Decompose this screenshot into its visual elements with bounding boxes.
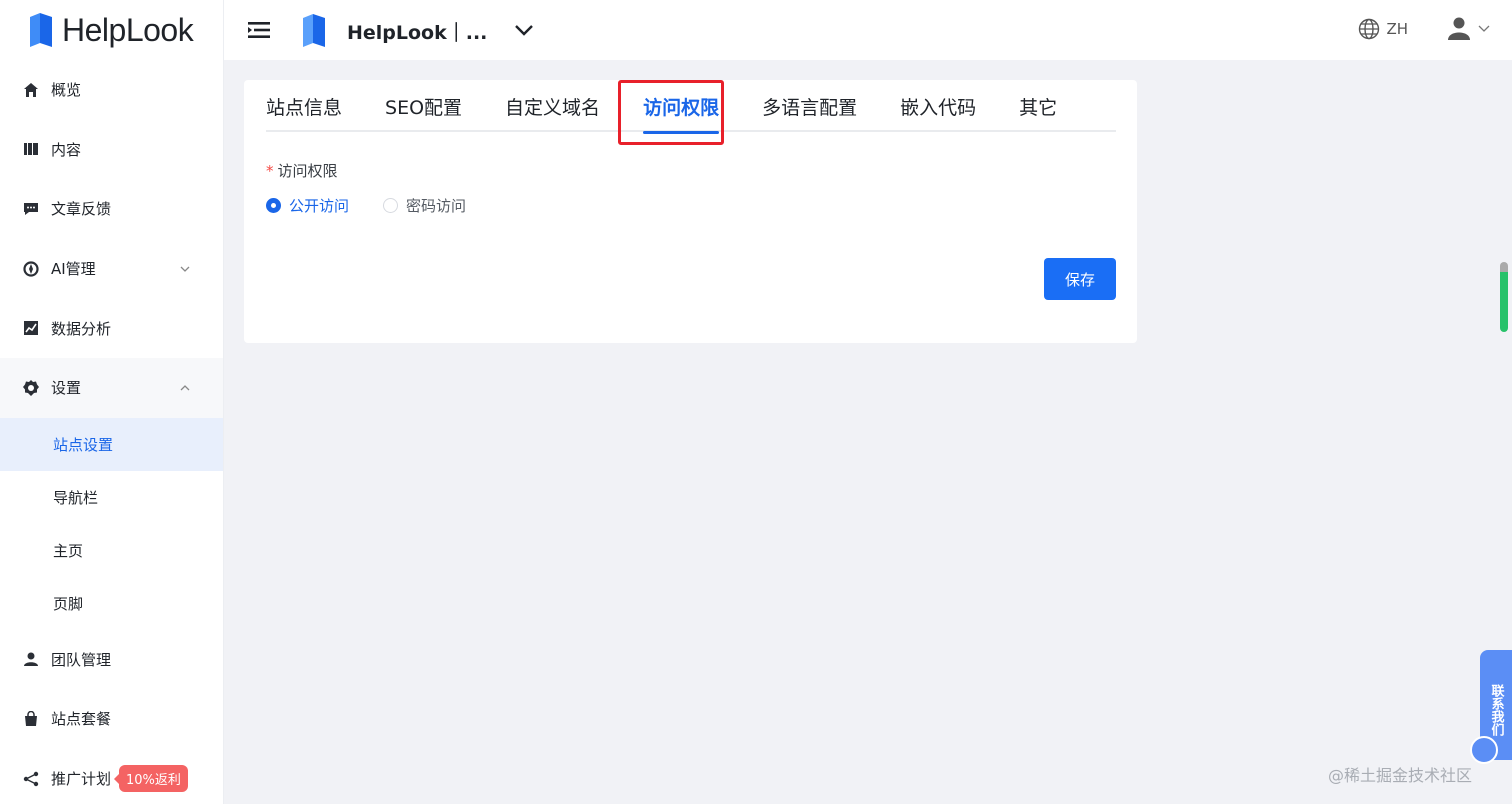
avatar-icon [1448,17,1470,40]
sidebar-item-label: 推广计划 [51,770,112,789]
sidebar-menu: 概览 内容 文章反馈 AI管理 数据分析 设置 站点设置 导航栏 主页 页脚 团… [0,60,223,804]
language-label: ZH [1386,20,1408,38]
helplook-logo-icon [30,13,52,47]
menu-fold-icon[interactable] [248,20,270,40]
sidebar-item-label: 设置 [51,379,82,398]
chevron-down-icon[interactable] [514,22,534,38]
sidebar-subitem-footer[interactable]: 页脚 [0,577,223,630]
chart-icon [22,319,40,337]
access-field-label: * 访问权限 [266,160,338,181]
ai-icon [22,260,40,278]
sidebar-item-label: AI管理 [51,260,96,279]
watermark: @稀土掘金技术社区 [1328,766,1473,785]
radio-label: 公开访问 [289,197,350,215]
sidebar-item-label: 内容 [51,140,82,159]
required-mark: * [266,162,274,180]
language-switcher[interactable]: ZH [1358,18,1408,40]
sidebar-item-label: 概览 [51,81,82,100]
chevron-up-icon [180,384,190,391]
access-radio-group: 公开访问 密码访问 [266,195,466,216]
site-settings-card: 站点信息 SEO配置 自定义域名 访问权限 多语言配置 嵌入代码 其它 * 访问权… [244,80,1137,343]
sidebar-item-team[interactable]: 团队管理 [0,630,223,690]
home-icon [22,81,40,99]
sidebar-subitem-site-settings[interactable]: 站点设置 [0,417,223,471]
tab-embed-code[interactable]: 嵌入代码 [900,94,976,132]
site-name[interactable]: HelpLook｜... [347,18,487,45]
share-icon [22,770,40,788]
chevron-down-icon [1478,25,1490,32]
sidebar-item-content[interactable]: 内容 [0,120,223,180]
helplook-logo[interactable]: HelpLook [26,8,194,52]
rebate-badge: 10%返利 [119,765,188,793]
tab-access[interactable]: 访问权限 [643,94,720,134]
sidebar-item-ai[interactable]: AI管理 [0,239,223,299]
radio-password-access[interactable]: 密码访问 [383,195,466,216]
sidebar-item-referral[interactable]: 推广计划 10%返利 [0,749,223,804]
tab-other[interactable]: 其它 [1019,94,1057,132]
scroll-indicator[interactable] [1500,262,1508,332]
sidebar-item-settings[interactable]: 设置 [0,357,223,418]
chat-bubble-icon[interactable] [1470,736,1498,764]
settings-tabs: 站点信息 SEO配置 自定义域名 访问权限 多语言配置 嵌入代码 其它 [266,94,1116,134]
bag-icon [22,710,40,728]
sidebar-item-label: 数据分析 [51,319,112,338]
sidebar-subitem-navbar[interactable]: 导航栏 [0,471,223,524]
message-icon [22,200,40,218]
user-icon [22,650,40,668]
radio-label: 密码访问 [406,197,467,215]
radio-dot [383,198,399,213]
tab-custom-domain[interactable]: 自定义域名 [505,94,600,132]
sidebar: HelpLook 概览 内容 文章反馈 AI管理 数据分析 设置 站点设置 导航… [0,0,224,804]
radio-dot [266,198,281,213]
top-header: HelpLook｜... ZH [224,0,1512,60]
globe-icon [1359,18,1380,40]
sidebar-item-analytics[interactable]: 数据分析 [0,298,223,358]
access-label-text: 访问权限 [277,162,338,180]
book-icon [22,140,40,158]
radio-public-access[interactable]: 公开访问 [266,195,349,216]
brand-name: HelpLook [62,11,194,48]
tab-seo[interactable]: SEO配置 [385,94,462,132]
tab-site-info[interactable]: 站点信息 [266,94,342,132]
sidebar-item-label: 团队管理 [51,650,112,669]
tab-multilingual[interactable]: 多语言配置 [762,94,857,132]
chevron-down-icon [180,266,190,272]
sidebar-item-label: 文章反馈 [51,200,112,219]
sidebar-item-overview[interactable]: 概览 [0,60,223,120]
sidebar-item-label: 站点套餐 [51,710,112,729]
site-logo-icon [303,14,325,47]
gear-icon [22,379,40,397]
sidebar-item-plan[interactable]: 站点套餐 [0,689,223,749]
sidebar-subitem-homepage[interactable]: 主页 [0,524,223,577]
save-button[interactable]: 保存 [1044,258,1116,300]
user-menu[interactable] [1448,16,1490,40]
sidebar-item-feedback[interactable]: 文章反馈 [0,179,223,239]
